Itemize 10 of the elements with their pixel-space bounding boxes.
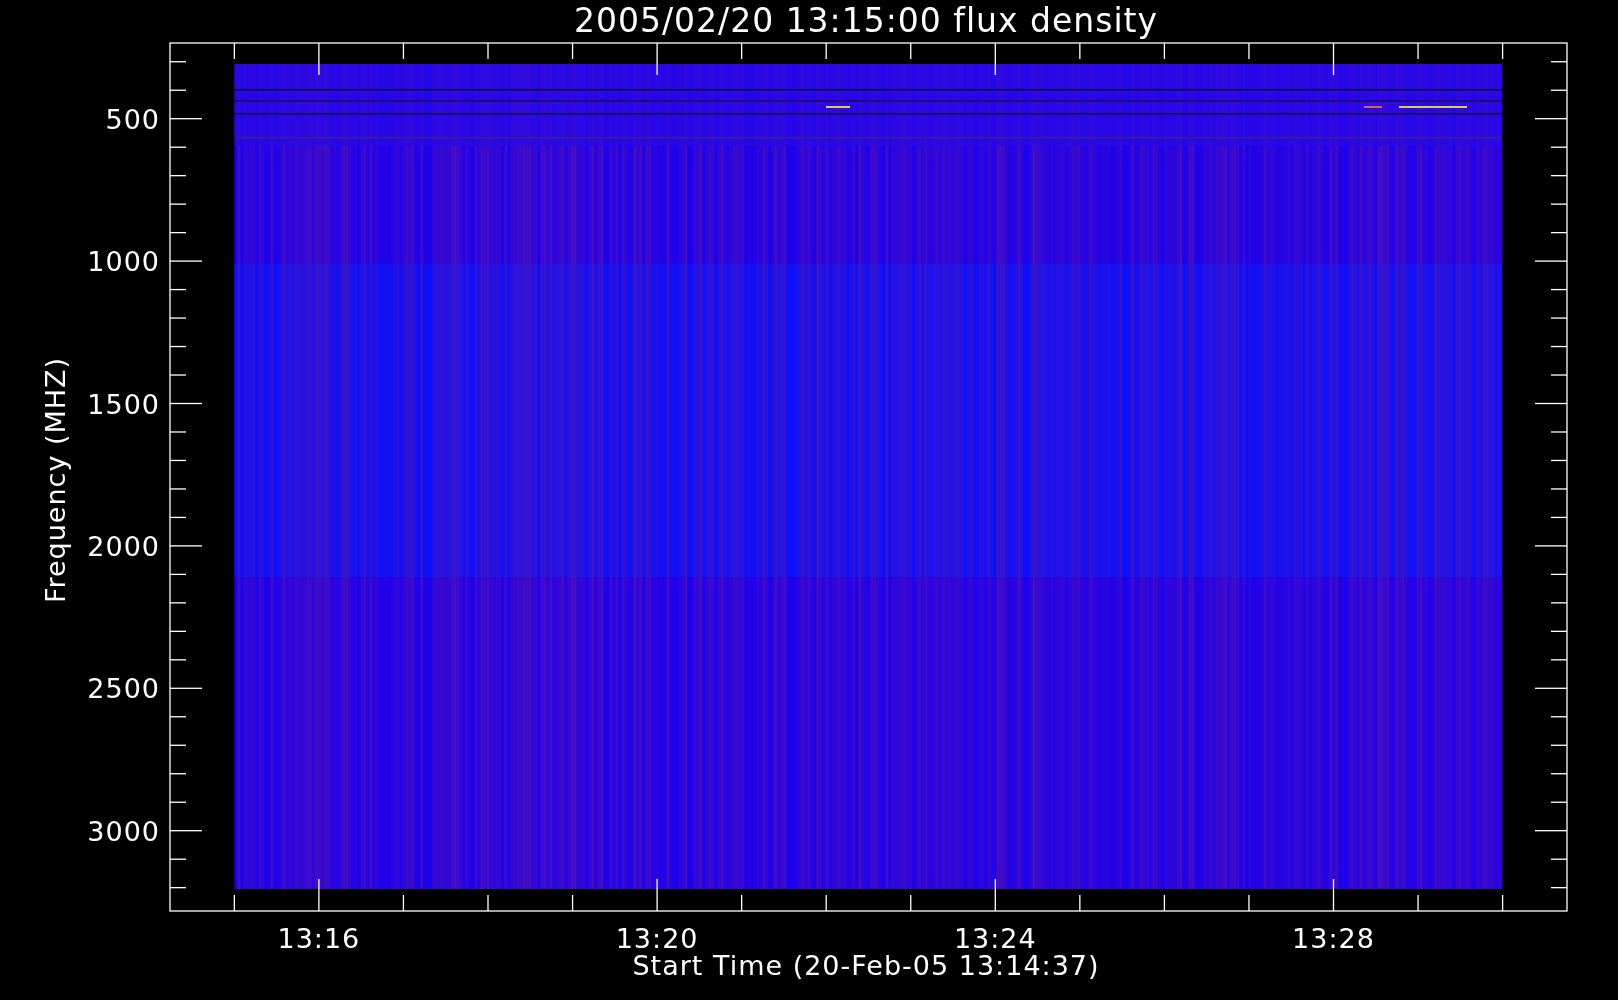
y-tick-label: 2000 <box>87 530 160 562</box>
y-tick-label: 1500 <box>87 388 160 420</box>
y-tick-label: 2500 <box>87 673 160 705</box>
y-tick-label: 3000 <box>87 815 160 847</box>
chart-title: 2005/02/20 13:15:00 flux density <box>573 1 1159 40</box>
y-axis-title: Frequency (MHZ) <box>40 356 71 604</box>
x-tick-label: 13:16 <box>277 923 361 954</box>
y-tick-label: 500 <box>105 103 160 135</box>
x-tick-label: 13:28 <box>1292 923 1375 954</box>
y-tick-label: 1000 <box>87 246 160 278</box>
